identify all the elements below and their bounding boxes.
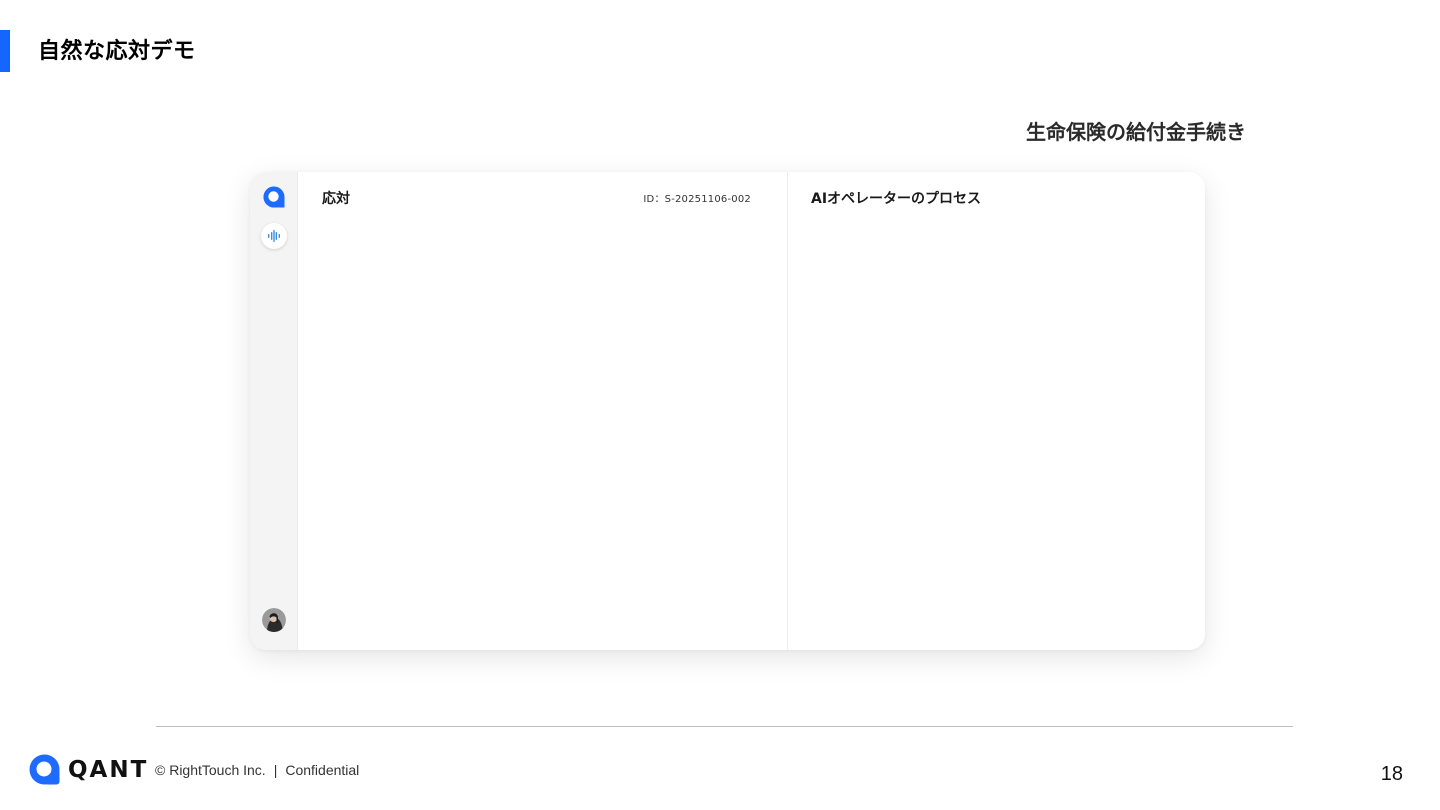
copyright-line: © RightTouch Inc. | Confidential xyxy=(155,762,359,778)
footer-separator: | xyxy=(273,762,278,778)
page-number: 18 xyxy=(1380,763,1403,785)
app-window: 応対 ID：S-20251106-002 AIオペレーターのプロセス xyxy=(250,172,1205,650)
brand-name: QANT xyxy=(68,757,149,783)
conversation-panel: 応対 ID：S-20251106-002 xyxy=(298,172,788,650)
footer-divider xyxy=(156,726,1293,727)
slide-title: 自然な応対デモ xyxy=(38,39,196,64)
copyright-text: © RightTouch Inc. xyxy=(155,762,266,778)
voice-button[interactable] xyxy=(261,223,287,249)
user-avatar[interactable] xyxy=(262,608,286,632)
title-accent-bar xyxy=(0,30,10,72)
voice-waveform-icon xyxy=(268,230,280,242)
ai-process-panel: AIオペレーターのプロセス xyxy=(788,172,1205,650)
session-id: ID：S-20251106-002 xyxy=(643,194,751,205)
qant-brand-logo-icon xyxy=(28,753,62,787)
conversation-panel-title: 応対 xyxy=(322,191,350,207)
confidential-label: Confidential xyxy=(285,762,360,778)
nav-rail xyxy=(250,172,298,650)
demo-subtitle: 生命保険の給付金手続き xyxy=(1026,120,1246,144)
ai-process-panel-title: AIオペレーターのプロセス xyxy=(811,191,982,207)
qant-logo-icon[interactable] xyxy=(262,185,286,209)
